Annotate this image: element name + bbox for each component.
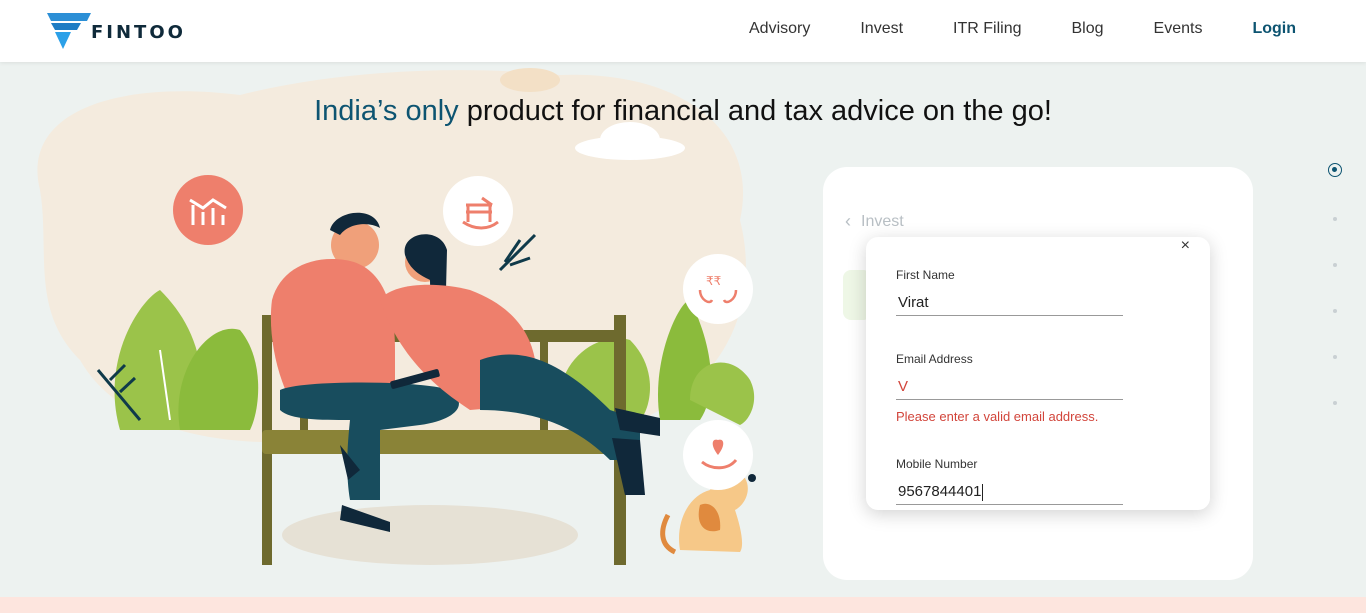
close-icon[interactable]: × [1181,237,1190,255]
email-label: Email Address [896,352,973,366]
chevron-left-icon: ‹ [845,211,851,231]
nav-events[interactable]: Events [1154,20,1203,38]
pagination-dot-active[interactable] [1328,163,1342,177]
pagination-dot[interactable] [1333,355,1337,359]
mobile-label: Mobile Number [896,457,978,471]
hero-illustration: ₹₹ [37,68,756,565]
top-navbar: FINTOO Advisory Invest ITR Filing Blog E… [0,0,1366,62]
nav-advisory[interactable]: Advisory [749,20,810,38]
next-section-strip [0,597,1366,613]
pagination-dot[interactable] [1333,263,1337,267]
first-name-input[interactable]: Virat [896,290,1123,316]
lead-form-modal: × First Name Virat Email Address V Pleas… [866,237,1210,510]
main-nav: Advisory Invest ITR Filing Blog Events L… [699,20,1296,38]
email-input[interactable]: V [896,374,1123,400]
first-name-field: First Name Virat [896,268,1123,316]
pagination-dot[interactable] [1333,309,1337,313]
section-pagination [1328,163,1342,405]
brand-logo[interactable]: FINTOO [47,13,186,49]
fintoo-logo-icon [47,13,91,49]
nav-blog[interactable]: Blog [1072,20,1104,38]
pagination-dot[interactable] [1333,401,1337,405]
first-name-label: First Name [896,268,955,282]
nav-invest[interactable]: Invest [860,20,903,38]
brand-name: FINTOO [91,21,186,43]
hero-title: India’s only product for financial and t… [0,95,1366,128]
hero-title-rest: product for financial and tax advice on … [458,95,1052,127]
email-field: Email Address V [896,352,1123,400]
login-link[interactable]: Login [1252,20,1296,38]
svg-text:₹₹: ₹₹ [706,274,722,288]
back-button[interactable]: ‹ Invest [845,211,904,232]
text-caret [982,483,984,501]
hero-title-accent: India’s only [314,95,459,127]
email-error-message: Please enter a valid email address. [896,409,1099,424]
back-label: Invest [861,212,904,230]
pagination-dot[interactable] [1333,217,1337,221]
mobile-field: Mobile Number 9567844401 [896,457,1123,505]
mobile-value: 9567844401 [898,483,982,500]
mobile-input[interactable]: 9567844401 [896,479,1123,505]
nav-itr-filing[interactable]: ITR Filing [953,20,1021,38]
